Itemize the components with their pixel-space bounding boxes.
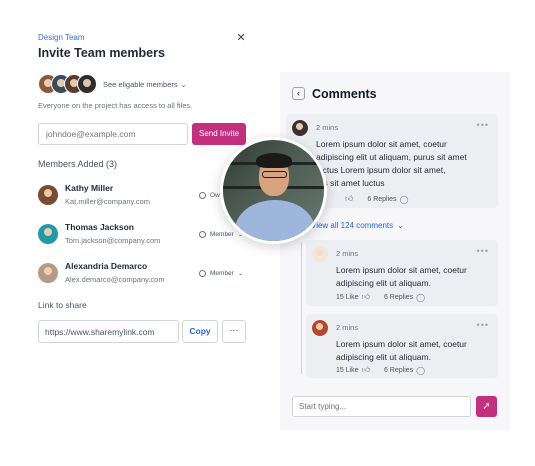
member-name: Alexandria Demarco: [65, 261, 148, 271]
rocket-send-icon[interactable]: ➚: [476, 396, 497, 417]
comment-line: luctus Lorem ipsum dolor sit amet,: [316, 165, 446, 175]
member-row: Alexandria Demarco Alex.demarco@company.…: [38, 260, 248, 288]
comment-text: Lorem ipsum dolor sit amet, coetur adipi…: [336, 264, 467, 290]
gear-icon: [199, 270, 206, 277]
replies-count[interactable]: 6 Replies: [384, 294, 413, 301]
email-input[interactable]: [38, 123, 188, 145]
view-all-comments-link[interactable]: View all 124 comments ⌄: [311, 221, 404, 230]
member-role-select[interactable]: Ow: [199, 192, 220, 199]
invite-title: Invite Team members: [38, 46, 165, 60]
team-label: Design Team: [38, 33, 85, 42]
access-note: Everyone on the project has access to al…: [38, 101, 193, 110]
link-heading: Link to share: [38, 300, 87, 310]
comment-meta: 15 Like 👍︎ 6 Replies ◯: [336, 292, 425, 302]
view-all-label: View all 124 comments: [311, 221, 394, 230]
member-role-select[interactable]: Member ⌄: [199, 270, 243, 277]
comment-time: 2 mins: [316, 123, 339, 132]
comment-line: Lorem ipsum dolor sit amet, coetur: [336, 339, 467, 349]
likes-count[interactable]: 15 Like: [336, 294, 359, 301]
member-email: Kat.miller@company.com: [65, 197, 150, 206]
avatar: [38, 185, 58, 205]
avatar: [38, 224, 58, 244]
eligible-label: See eligable members: [103, 80, 178, 89]
gear-icon: [199, 231, 206, 238]
member-email: Alex.demarco@company.com: [65, 275, 165, 284]
chevron-left-icon[interactable]: ‹: [292, 87, 305, 100]
person-hair: [256, 153, 292, 168]
comment-time: 2 mins: [336, 249, 359, 258]
replies-count[interactable]: 6 Replies: [384, 367, 413, 374]
glasses: [262, 171, 287, 178]
copy-button[interactable]: Copy: [182, 320, 218, 343]
avatar: [292, 120, 308, 136]
more-icon[interactable]: •••: [477, 320, 489, 330]
avatar: [38, 263, 58, 283]
reply-icon[interactable]: ◯: [400, 195, 409, 204]
avatar: [312, 320, 328, 336]
chevron-down-icon: ⌄: [237, 271, 243, 277]
member-row: Kathy Miller Kat.miller@company.com Ow: [38, 182, 248, 210]
thumbs-up-icon[interactable]: 👍︎: [345, 194, 353, 204]
comment-text: Lorem ipsum dolor sit amet, coetur adipi…: [336, 338, 467, 364]
gear-icon: [199, 192, 206, 199]
share-link-field[interactable]: [38, 320, 179, 343]
thumbs-up-icon[interactable]: 👍︎: [362, 365, 370, 375]
more-icon[interactable]: •••: [477, 120, 489, 130]
comment-card: 2 mins ••• Lorem ipsum dolor sit amet, c…: [306, 240, 498, 306]
more-icon[interactable]: •••: [477, 246, 489, 256]
avatar: [312, 246, 328, 262]
chevron-down-icon: ⌄: [180, 82, 187, 89]
comment-text: Lorem ipsum dolor sit amet, coetur adipi…: [316, 138, 467, 190]
likes-count[interactable]: 15 Like: [336, 367, 359, 374]
eligible-avatars[interactable]: [38, 74, 97, 94]
comment-meta: 👍︎ 6 Replies ◯: [342, 194, 409, 204]
comment-meta: 15 Like 👍︎ 6 Replies ◯: [336, 365, 425, 375]
avatar: [77, 74, 97, 94]
thread-line: [301, 242, 302, 374]
comment-line: Lorem ipsum dolor sit amet, coetur: [316, 139, 447, 149]
member-role: Member: [210, 231, 234, 238]
members-heading: Members Added (3): [38, 159, 118, 169]
chevron-down-icon: ⌄: [397, 221, 404, 230]
replies-count[interactable]: 6 Replies: [367, 196, 396, 203]
comment-line: adipiscing elit ut aliquam, purus sit am…: [316, 152, 467, 162]
member-email: Tom.jackson@company.com: [65, 236, 161, 245]
comment-line: adipiscing elit ut aliquam.: [336, 278, 431, 288]
member-name: Thomas Jackson: [65, 222, 134, 232]
member-name: Kathy Miller: [65, 183, 114, 193]
comment-card: 2 mins ••• Lorem ipsum dolor sit amet, c…: [306, 314, 498, 378]
comment-line: adipiscing elit ut aliquam.: [336, 352, 431, 362]
reply-icon[interactable]: ◯: [416, 293, 425, 302]
see-eligible-members-dropdown[interactable]: See eligable members ⌄: [103, 80, 187, 89]
reply-icon[interactable]: ◯: [416, 366, 425, 375]
video-call-bubble[interactable]: [220, 137, 327, 244]
comments-title: Comments: [312, 87, 377, 101]
comment-time: 2 mins: [336, 323, 359, 332]
member-row: Thomas Jackson Tom.jackson@company.com M…: [38, 221, 248, 249]
comment-line: rus sit amet luctus: [316, 178, 385, 188]
close-icon[interactable]: ✕: [235, 32, 247, 44]
person-body: [235, 200, 315, 241]
member-role: Member: [210, 270, 234, 277]
comment-input[interactable]: [292, 396, 471, 417]
member-role: Ow: [210, 192, 220, 199]
comments-panel: ‹ Comments 2 mins ••• Lorem ipsum dolor …: [280, 72, 510, 430]
comment-line: Lorem ipsum dolor sit amet, coetur: [336, 265, 467, 275]
thumbs-up-icon[interactable]: 👍︎: [362, 292, 370, 302]
more-options-button[interactable]: ···: [222, 320, 246, 343]
send-invite-button[interactable]: Send Invite: [192, 123, 246, 145]
